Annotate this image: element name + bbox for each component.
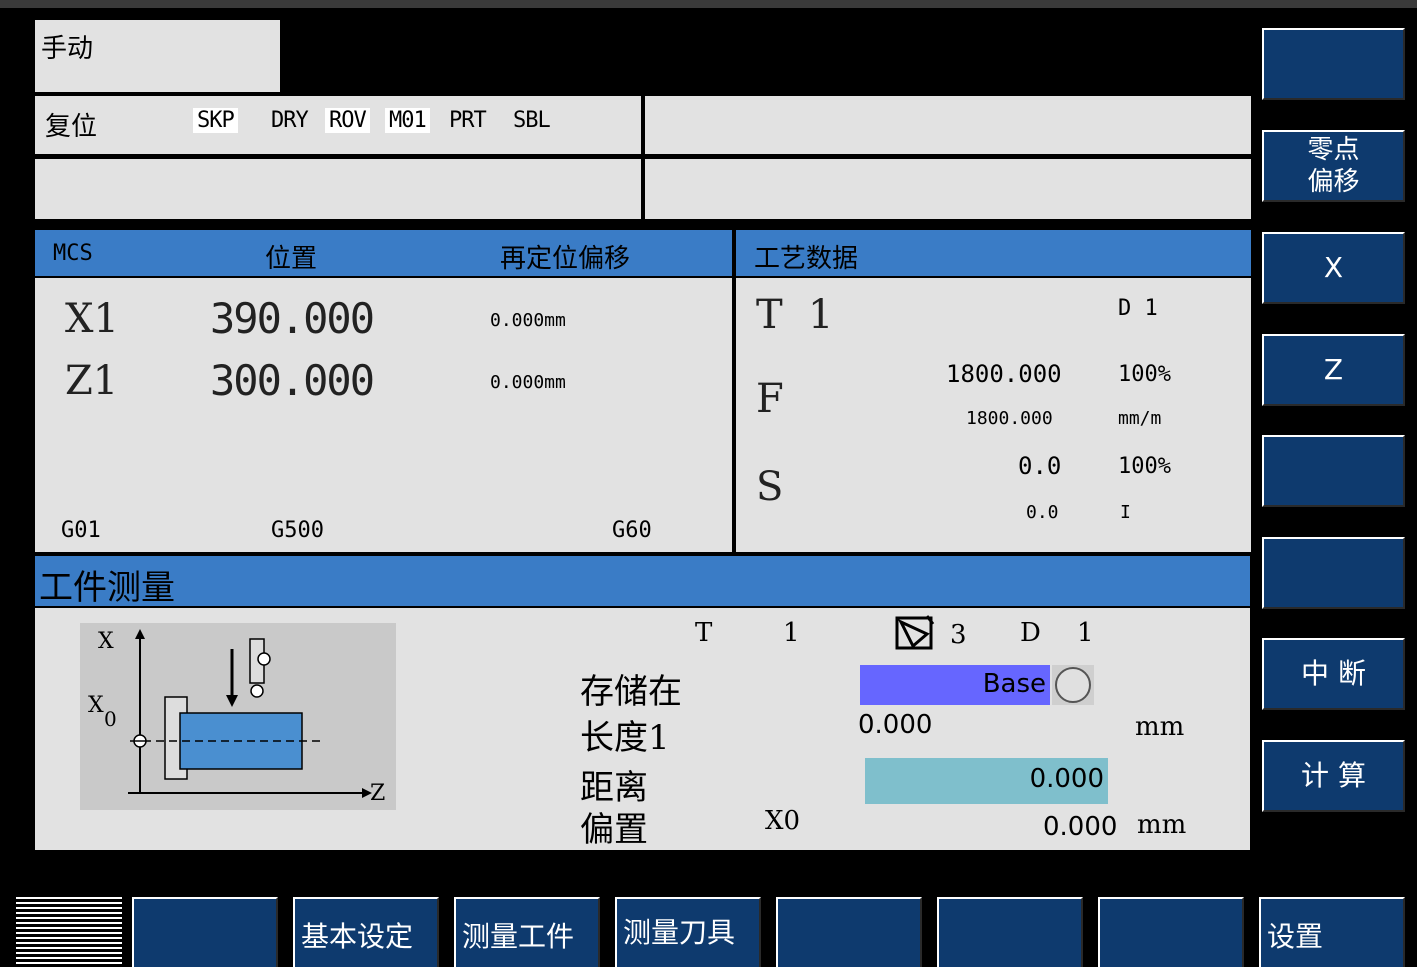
softkey-calculate[interactable]: 计 算	[1262, 740, 1405, 812]
position-header: MCS 位置 再定位偏移	[35, 230, 732, 276]
softkey-basic-settings[interactable]: 基本设定	[293, 897, 439, 967]
offset-label: 偏置	[580, 810, 648, 850]
diagram-x0-subscript: 0	[104, 707, 117, 731]
distance-input[interactable]: 0.000	[865, 758, 1108, 804]
feed-setpoint: 1800.000	[946, 360, 1062, 388]
diagram-z-label: Z	[370, 781, 386, 806]
softkey-z[interactable]: Z	[1262, 334, 1405, 406]
axis-offset-z1: 0.000mm	[490, 372, 566, 393]
distance-value: 0.000	[1029, 764, 1104, 794]
diagram-x0-label: X	[88, 693, 104, 718]
flag-rov: ROV	[325, 108, 370, 133]
measure-edge-number: 3	[950, 620, 967, 650]
status-row-program	[645, 96, 1251, 154]
position-panel: X1 390.000 0.000mm Z1 300.000 0.000mm G0…	[35, 278, 732, 552]
softkey-measure-tool[interactable]: 测量刀具	[615, 897, 761, 967]
channel-reset-status: 复位	[45, 112, 98, 142]
tech-data-header: 工艺数据	[736, 230, 1251, 276]
flag-m01: M01	[385, 108, 430, 133]
axis-offset-x1: 0.000mm	[490, 310, 566, 331]
gcode-exact-stop: G60	[612, 518, 652, 543]
spindle-actual: 0.0	[1026, 502, 1059, 523]
flag-dry: DRY	[271, 108, 309, 133]
flag-skp: SKP	[193, 108, 238, 133]
measure-tool-number: 1	[783, 618, 800, 648]
cutting-edge-label: D 1	[1118, 296, 1158, 321]
softkey-right-1[interactable]	[1262, 28, 1405, 100]
measure-diagram: X X 0 Z	[80, 623, 396, 810]
offset-value: 0.000	[1043, 812, 1118, 842]
diagram-x-label: X	[98, 629, 114, 654]
coord-system-label: MCS	[53, 241, 93, 266]
axis-name-z1: Z1	[65, 358, 119, 404]
softkey-right-6[interactable]	[1262, 537, 1405, 609]
spindle-label: S	[756, 464, 784, 510]
feed-label: F	[756, 376, 784, 422]
softkey-work-offset[interactable]: 零点 偏移	[1262, 130, 1405, 202]
tech-data-panel: T 1 D 1 F 1800.000 100% 1800.000 mm/m S …	[736, 278, 1251, 552]
feed-override: 100%	[1118, 362, 1171, 387]
operating-mode-label: 手动	[41, 34, 94, 64]
store-in-select[interactable]: Base	[860, 665, 1050, 705]
spindle-override: 100%	[1118, 454, 1171, 479]
measure-workpiece-title: 工件测量	[39, 568, 175, 608]
status-row-message	[645, 159, 1251, 219]
position-column-label: 位置	[265, 244, 318, 274]
repos-offset-column-label: 再定位偏移	[500, 244, 631, 274]
softkey-bottom-5[interactable]	[776, 897, 922, 967]
measure-d-label: D	[1020, 618, 1041, 648]
recall-stripe-icon[interactable]	[16, 897, 122, 967]
status-row-alarm	[35, 159, 641, 219]
softkey-x[interactable]: X	[1262, 232, 1405, 304]
store-in-value: Base	[982, 669, 1046, 699]
tool-label: T	[756, 292, 783, 338]
axis-value-x1: 390.000	[210, 294, 375, 343]
length1-label: 长度1	[580, 718, 670, 758]
softkey-right-5[interactable]	[1262, 435, 1405, 507]
tool-number: 1	[808, 292, 834, 338]
store-in-toggle-button[interactable]	[1052, 665, 1094, 705]
gcode-offset: G500	[271, 518, 324, 543]
softkey-measure-workpiece[interactable]: 测量工件	[454, 897, 600, 967]
measure-tool-label: T	[695, 618, 713, 648]
workpiece-diagram-icon	[128, 629, 372, 798]
softkey-settings[interactable]: 设置	[1259, 897, 1405, 967]
length1-value: 0.000	[858, 710, 933, 740]
measure-workpiece-header: 工件测量	[35, 556, 1250, 608]
measure-workpiece-panel: X X 0 Z T 1 3 D 1 存储在 Base 长度1 0.000 mm …	[35, 608, 1250, 850]
axis-name-x1: X1	[65, 296, 119, 342]
gcode-motion: G01	[61, 518, 101, 543]
cutting-edge-icon	[895, 615, 935, 650]
softkey-bottom-7[interactable]	[1098, 897, 1244, 967]
flag-prt: PRT	[449, 108, 487, 133]
store-in-label: 存储在	[580, 672, 682, 712]
softkey-bottom-6[interactable]	[937, 897, 1083, 967]
measure-d-number: 1	[1077, 618, 1094, 648]
feed-unit: mm/m	[1118, 408, 1162, 429]
window-top-border	[0, 0, 1417, 8]
offset-axis: X0	[765, 806, 801, 836]
softkey-abort[interactable]: 中 断	[1262, 638, 1405, 710]
softkey-bottom-1[interactable]	[132, 897, 278, 967]
axis-value-z1: 300.000	[210, 356, 375, 405]
toggle-circle-icon	[1055, 667, 1091, 703]
feed-actual: 1800.000	[966, 408, 1053, 429]
length1-unit: mm	[1135, 712, 1185, 742]
spindle-setpoint: 0.0	[1018, 452, 1062, 480]
flag-sbl: SBL	[513, 108, 551, 133]
operating-mode-box: 手动	[35, 20, 280, 92]
status-row-channel: 复位 SKP DRY ROV M01 PRT SBL	[35, 96, 641, 154]
spindle-unit: I	[1120, 502, 1131, 523]
tech-data-title: 工艺数据	[754, 244, 859, 274]
offset-unit: mm	[1137, 810, 1187, 840]
